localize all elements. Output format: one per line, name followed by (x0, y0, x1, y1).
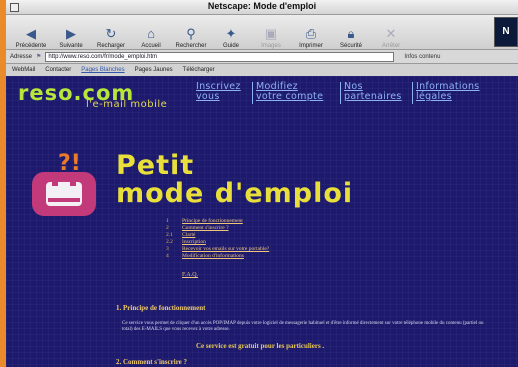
stop-icon: ✕ (385, 26, 397, 41)
guide-button[interactable]: ✦ Guide (212, 17, 250, 50)
nav-modifiez-line2: votre compte (256, 91, 324, 102)
security-button[interactable]: 🔒︎ Sécurité (332, 17, 370, 50)
personal-item-webmail[interactable]: WebMail (12, 67, 35, 73)
section-1-body: Ce service vous permet de cliquer d'un a… (122, 321, 484, 332)
nav-modifiez-compte[interactable]: Modifiez votre compte (256, 82, 323, 102)
section-1-title: 1. Principe de fonctionnement (116, 304, 206, 312)
toc-number: 3 (166, 246, 169, 252)
security-label: Sécurité (339, 43, 362, 49)
nav-informations-legales[interactable]: Informations légales (416, 82, 480, 102)
nav-inscrivez-vous[interactable]: Inscrivez vous (196, 82, 241, 102)
images-label: Images (261, 43, 281, 49)
title-bar: Netscape: Mode d'emploi (6, 0, 518, 15)
forward-label: Suivante (59, 43, 83, 49)
personal-item-pages-jaunes[interactable]: Pages Jaunes (135, 67, 173, 73)
forward-button[interactable]: ▶ Suivante (52, 17, 90, 50)
toc-number: 2 (166, 225, 169, 231)
back-arrow-icon: ◀ (26, 26, 36, 41)
toc-number: 2.1 (166, 232, 173, 238)
toc-item[interactable]: 2.1 Clarté (166, 232, 269, 239)
page-content: reso.com l'e-mail mobile Inscrivez vous … (6, 76, 518, 367)
headline-line1: Petit (116, 150, 195, 181)
free-service-notice: Ce service est gratuit pour les particul… (196, 342, 325, 350)
address-bar: Adresse ⚑ http://www.reso.com/fr/mode_em… (6, 50, 518, 64)
print-label: Imprimer (299, 43, 323, 49)
search-button[interactable]: ⚲ Rechercher (172, 17, 210, 50)
mascot-robot-icon: ?! (32, 151, 96, 216)
toc-item[interactable]: 4 Modification d'informations (166, 253, 269, 260)
forward-arrow-icon: ▶ (66, 26, 76, 41)
table-of-contents: 1 Principe de fonctionnement 2 Comment s… (166, 218, 269, 260)
toc-number: 2.2 (166, 239, 173, 245)
security-icon: 🔒︎ (347, 26, 355, 41)
headline-line2: mode d'emploi (116, 178, 354, 209)
personal-item-contacter[interactable]: Contacter (45, 67, 71, 73)
browser-window: Netscape: Mode d'emploi ◀ Précédente ▶ S… (6, 0, 518, 367)
stop-label: Arrêter (381, 43, 401, 49)
toc-link[interactable]: Inscription (182, 239, 206, 246)
site-tagline: l'e-mail mobile (86, 99, 168, 110)
personal-item-telecharger[interactable]: Télécharger (183, 67, 215, 73)
home-button[interactable]: ⌂ Accueil (132, 17, 170, 50)
toc-link[interactable]: Clarté (182, 232, 195, 239)
back-button[interactable]: ◀ Précédente (12, 17, 50, 50)
nav-informations-line2: légales (416, 91, 452, 102)
toc-link[interactable]: Principe de fonctionnement (182, 218, 243, 225)
guide-label: Guide (222, 43, 239, 49)
toc-number: 1 (166, 218, 169, 224)
nav-partenaires-line2: partenaires (344, 91, 402, 102)
toc-link[interactable]: Comment s'inscrire ? (182, 225, 229, 232)
page-headline: Petit mode d'emploi (116, 152, 353, 208)
toc-number: 4 (166, 253, 169, 259)
url-input[interactable]: http://www.reso.com/fr/mode_emploi.htm (45, 51, 395, 62)
toc-item[interactable]: 1 Principe de fonctionnement (166, 218, 269, 225)
home-icon: ⌂ (147, 26, 155, 41)
back-label: Précédente (15, 43, 47, 49)
netscape-logo[interactable]: N (494, 17, 518, 47)
toc-item[interactable]: 2.2 Inscription (166, 239, 269, 246)
print-icon: ⎙ (305, 26, 317, 41)
reload-label: Recharger (96, 43, 125, 49)
images-icon: ▣ (264, 26, 278, 41)
address-label: Adresse (10, 53, 33, 60)
reload-icon: ↻ (105, 26, 117, 41)
nav-separator (252, 82, 253, 104)
toc-link[interactable]: Modification d'informations (182, 253, 244, 260)
print-button[interactable]: ⎙ Imprimer (292, 17, 330, 50)
section-2-title: 2. Comment s'inscrire ? (116, 358, 188, 366)
nav-partenaires[interactable]: Nos partenaires (344, 82, 402, 102)
nav-separator (412, 82, 413, 104)
home-label: Accueil (141, 43, 161, 49)
toc-link[interactable]: Recevoir vos emails sur votre portable? (182, 246, 269, 253)
guide-icon: ✦ (225, 26, 237, 41)
faq-link[interactable]: F.A.Q. (182, 272, 198, 278)
svg-text:?!: ?! (58, 151, 81, 176)
toc-item[interactable]: 3 Recevoir vos emails sur votre portable… (166, 246, 269, 253)
toc-item[interactable]: 2 Comment s'inscrire ? (166, 225, 269, 232)
nav-inscrivez-line2: vous (196, 91, 220, 102)
bookmark-icon[interactable]: ⚑ (36, 53, 41, 60)
personal-item-pages-blanches[interactable]: Pages Blanches (81, 67, 124, 73)
navigation-toolbar: ◀ Précédente ▶ Suivante ↻ Recharger ⌂ Ac… (6, 15, 518, 50)
reload-button[interactable]: ↻ Recharger (92, 17, 130, 50)
search-icon: ⚲ (186, 26, 196, 41)
stop-button[interactable]: ✕ Arrêter (372, 17, 410, 50)
images-button[interactable]: ▣ Images (252, 17, 290, 50)
nav-separator (340, 82, 341, 104)
window-title: Netscape: Mode d'emploi (207, 1, 317, 11)
search-label: Rechercher (175, 43, 207, 49)
page-info-label[interactable]: Infos contenu (404, 54, 440, 60)
